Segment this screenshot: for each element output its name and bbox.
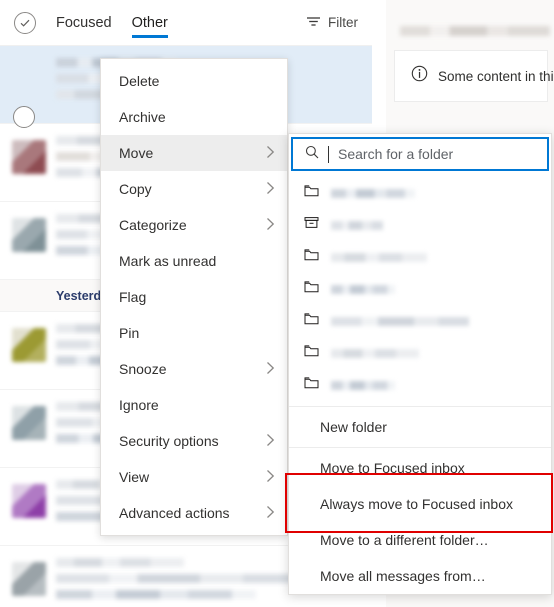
divider <box>289 447 551 448</box>
folder-icon <box>304 344 319 362</box>
filter-icon <box>306 15 321 31</box>
chevron-right-icon <box>266 181 275 198</box>
folder-name <box>331 188 415 198</box>
chevron-right-icon <box>266 145 275 162</box>
menu-item-security-options[interactable]: Security options <box>101 423 287 459</box>
avatar <box>12 218 46 252</box>
menu-item-snooze[interactable]: Snooze <box>101 351 287 387</box>
search-icon <box>305 145 319 164</box>
folder-icon <box>304 376 319 394</box>
folder-list[interactable] <box>289 173 551 404</box>
menu-item-label: Ignore <box>119 397 159 413</box>
menu-item-flag[interactable]: Flag <box>101 279 287 315</box>
avatar <box>12 406 46 440</box>
divider <box>289 406 551 407</box>
outlook-window: Focused Other Filter Yesterday Some cont… <box>0 0 554 607</box>
move-to-different-folder-item[interactable]: Move to a different folder… <box>289 522 551 558</box>
text-caret <box>328 145 329 163</box>
folder-icon <box>304 248 319 266</box>
folder-name <box>331 316 469 326</box>
menu-item-label: Categorize <box>119 217 187 233</box>
tab-focused[interactable]: Focused <box>56 0 112 46</box>
menu-item-ignore[interactable]: Ignore <box>101 387 287 423</box>
menu-item-label: Flag <box>119 289 147 305</box>
menu-item-advanced-actions[interactable]: Advanced actions <box>101 495 287 531</box>
filter-label: Filter <box>328 15 358 30</box>
menu-item-label: Always move to Focused inbox <box>320 496 513 512</box>
menu-item-label: Snooze <box>119 361 167 377</box>
menu-item-label: Move <box>119 145 154 161</box>
menu-item-view[interactable]: View <box>101 459 287 495</box>
folder-list-item[interactable] <box>289 241 551 273</box>
tab-focused-label: Focused <box>56 14 112 31</box>
chevron-right-icon <box>266 505 275 522</box>
info-text: Some content in thi <box>438 68 554 84</box>
info-circle-icon <box>411 65 428 87</box>
menu-item-label: Security options <box>119 433 219 449</box>
chevron-right-icon <box>266 469 275 486</box>
folder-list-item[interactable] <box>289 273 551 305</box>
menu-item-mark-as-unread[interactable]: Mark as unread <box>101 243 287 279</box>
folder-icon <box>304 312 319 330</box>
menu-item-label: Move to a different folder… <box>320 532 489 548</box>
menu-item-move[interactable]: Move <box>101 135 287 171</box>
avatar <box>12 328 46 362</box>
folder-icon <box>304 280 319 298</box>
search-input-placeholder: Search for a folder <box>338 146 454 162</box>
folder-name <box>331 380 395 390</box>
content-blocked-infobar: Some content in thi <box>394 50 554 102</box>
move-all-messages-from-item[interactable]: Move all messages from… <box>289 558 551 594</box>
menu-item-pin[interactable]: Pin <box>101 315 287 351</box>
menu-item-label: Move all messages from… <box>320 568 486 584</box>
folder-search-field[interactable]: Search for a folder <box>291 137 549 171</box>
menu-item-label: Archive <box>119 109 166 125</box>
menu-item-label: Copy <box>119 181 152 197</box>
filter-button[interactable]: Filter <box>306 15 358 31</box>
folder-name <box>331 220 383 230</box>
archive-icon <box>304 216 319 234</box>
new-folder-label: New folder <box>320 419 387 435</box>
chevron-right-icon <box>266 217 275 234</box>
move-submenu[interactable]: Search for a folder New folder Move to F… <box>288 133 552 595</box>
tab-other-label: Other <box>131 14 168 31</box>
new-folder-button[interactable]: New folder <box>289 409 551 445</box>
folder-list-item[interactable] <box>289 177 551 209</box>
check-circle-icon[interactable] <box>14 11 36 34</box>
menu-item-label: Delete <box>119 73 160 89</box>
reading-pane-header <box>386 0 554 36</box>
folder-list-item[interactable] <box>289 337 551 369</box>
folder-name <box>331 348 419 358</box>
tab-other[interactable]: Other <box>131 0 169 46</box>
message-list-toolbar: Focused Other Filter <box>0 0 372 46</box>
always-move-to-focused-inbox-item[interactable]: Always move to Focused inbox <box>289 486 551 522</box>
menu-item-categorize[interactable]: Categorize <box>101 207 287 243</box>
folder-list-item[interactable] <box>289 305 551 337</box>
menu-item-label: Pin <box>119 325 140 341</box>
folder-list-item[interactable] <box>289 369 551 401</box>
menu-item-label: Move to Focused inbox <box>320 460 465 476</box>
menu-item-label: Advanced actions <box>119 505 230 521</box>
chevron-right-icon <box>266 433 275 450</box>
message-context-menu[interactable]: Delete Archive Move Copy Categorize Mark… <box>100 58 288 536</box>
move-to-focused-inbox-item[interactable]: Move to Focused inbox <box>289 450 551 486</box>
menu-item-copy[interactable]: Copy <box>101 171 287 207</box>
folder-name <box>331 252 427 262</box>
menu-item-label: View <box>119 469 150 485</box>
chevron-right-icon <box>266 361 275 378</box>
folder-icon <box>304 184 319 202</box>
menu-item-archive[interactable]: Archive <box>101 99 287 135</box>
folder-name <box>331 284 395 294</box>
menu-item-label: Mark as unread <box>119 253 217 269</box>
menu-item-delete[interactable]: Delete <box>101 63 287 99</box>
avatar <box>12 140 46 174</box>
folder-list-item[interactable] <box>289 209 551 241</box>
avatar <box>12 484 46 518</box>
avatar <box>12 562 46 596</box>
